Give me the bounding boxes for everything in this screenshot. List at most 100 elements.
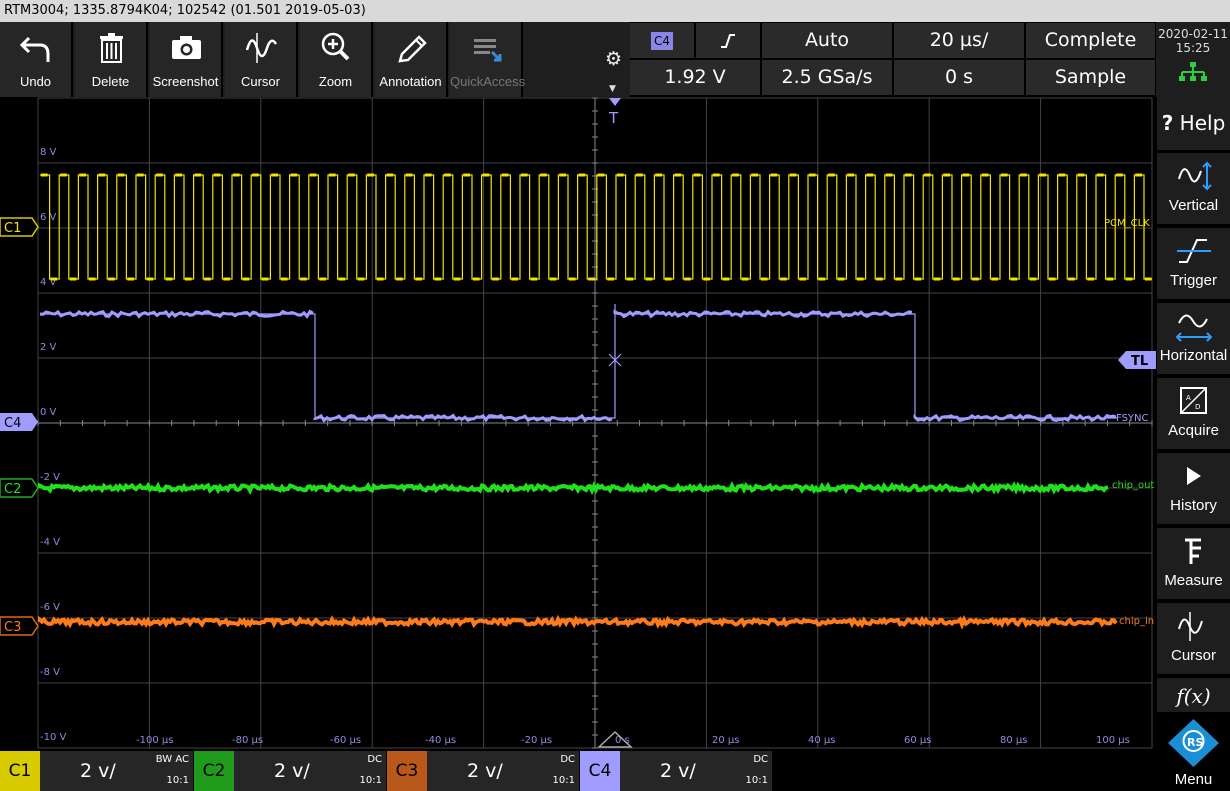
menu-label: Menu [1174,771,1213,788]
x-tick-label: 100 µs [1096,735,1130,746]
c2-scale: 2 v/ [274,760,310,782]
graticule [37,97,1153,749]
x-axis-labels: -100 µs -80 µs -60 µs -40 µs -20 µs 0 s 20 µs 4… [136,735,1130,746]
svg-text:A: A [1186,394,1191,402]
c1-channel-tab[interactable]: C1 [0,751,40,791]
c4-marker[interactable]: C4 [0,413,38,431]
toolbar-cursor-button[interactable]: Cursor [225,22,298,97]
y-tick-label: -2 V [40,472,60,483]
x-tick-label: 40 µs [808,735,835,746]
x-tick-label: -100 µs [136,735,173,746]
undo-label: Undo [19,74,52,89]
help-icon: ? [1161,111,1174,135]
undo-icon [19,36,50,62]
acquire-icon: AD [1180,387,1207,414]
acquire-button[interactable]: AD Acquire [1157,378,1230,451]
y-tick-label: 0 V [40,407,57,418]
chevron-down-icon: ▼ [609,84,616,94]
c1-coupling: AC [175,754,189,765]
delete-label: Delete [91,74,130,89]
screenshot-label: Screenshot [152,74,219,89]
c3-marker[interactable]: C3 [0,616,39,636]
y-tick-label: -6 V [40,602,60,613]
help-button[interactable]: ? Help [1157,97,1230,152]
timebase[interactable]: 20 µs/ [894,23,1024,58]
c3-name-label: chip_in [1119,616,1154,627]
waveform-display[interactable]: 8 V6 V4 V2 V0 V-2 V-4 V-6 V-8 V-10 V -10… [0,97,1156,751]
acq-mode[interactable]: Sample [1026,60,1155,95]
c3-coupling: DC [560,754,575,765]
trigger-source[interactable]: C4 [630,23,694,58]
function-button[interactable]: f(x) [1157,678,1230,714]
delete-button[interactable]: Delete [75,22,148,97]
trigger-slope[interactable] [696,23,760,58]
x-tick-label: -20 µs [521,735,552,746]
waveform-c4 [40,304,1117,419]
c2-marker-label: C2 [4,482,21,497]
trigger-mode[interactable]: Auto [762,23,892,58]
trigger-icon [1177,239,1211,263]
c3-marker-label: C3 [4,620,21,635]
trigger-label: Trigger [1170,272,1217,289]
horizontal-button[interactable]: Horizontal [1157,303,1230,376]
date-text: 2020-02-11 [1158,27,1228,41]
svg-text:D: D [1195,403,1200,411]
c1-marker[interactable]: C1 [0,217,39,237]
y-tick-label: -8 V [40,667,60,678]
y-tick-label: -4 V [40,537,60,548]
zoom-button[interactable]: Zoom [300,22,373,97]
waveform-c4-noise [39,309,1117,423]
screenshot-button[interactable]: Screenshot [150,22,223,97]
c2-channel-tab[interactable]: C2 [194,751,234,791]
vertical-icon [1178,161,1212,191]
x-tick-label: -80 µs [232,735,263,746]
menu-button[interactable]: RS Menu [1157,715,1230,791]
trigger-level-label: TL [1131,354,1148,369]
window-title: RTM3004; 1335.8794K04; 102542 (01.501 20… [0,0,1230,22]
sample-rate[interactable]: 2.5 GSa/s [762,60,892,95]
cursor-label: Cursor [240,74,280,89]
x-tick-label: 60 µs [904,735,931,746]
quickaccess-button[interactable]: QuickAccess [450,22,526,97]
x-tick-label: 80 µs [1000,735,1027,746]
y-tick-label: 2 V [40,342,57,353]
settings-button[interactable]: ⚙ ▼ [600,22,630,97]
annotation-button[interactable]: Annotation [375,22,448,97]
acquire-label: Acquire [1168,422,1219,439]
measure-label: Measure [1164,572,1223,589]
c4-scale: 2 v/ [660,760,696,782]
quickaccess-label: QuickAccess [450,74,526,89]
c3-channel-tab[interactable]: C3 [387,751,427,791]
c2-probe-ratio: 10:1 [359,775,382,786]
c2-settings[interactable]: 2 v/ DC 10:1 [234,751,386,791]
c3-probe-ratio: 10:1 [552,775,575,786]
undo-button[interactable]: Undo [0,22,73,97]
c3-settings[interactable]: 2 v/ DC 10:1 [427,751,579,791]
y-tick-label: 6 V [40,212,57,223]
c2-marker[interactable]: C2 [0,478,39,498]
quickaccess-icon [474,39,502,62]
c4-settings[interactable]: 2 v/ DC 10:1 [620,751,772,791]
x-tick-label: -40 µs [425,735,456,746]
y-tick-label: -10 V [40,732,67,743]
c4-coupling: DC [753,754,768,765]
horizontal-offset[interactable]: 0 s [894,60,1024,95]
y-tick-label: 8 V [40,147,57,158]
c3-scale: 2 v/ [467,760,503,782]
trigger-button[interactable]: Trigger [1157,228,1230,301]
trigger-position-marker[interactable]: T [608,98,621,127]
measure-button[interactable]: Measure [1157,528,1230,601]
trigger-source-badge: C4 [650,31,673,50]
trigger-level-marker[interactable]: TL [1118,351,1156,369]
cursor-button[interactable]: Cursor [1157,603,1230,676]
svg-text:RS: RS [1187,736,1203,749]
acq-state[interactable]: Complete [1026,23,1155,58]
c1-scale: 2 v/ [80,760,116,782]
network-icon [1179,62,1207,81]
c4-channel-tab[interactable]: C4 [580,751,620,791]
history-button[interactable]: History [1157,453,1230,526]
c1-settings[interactable]: 2 v/ BW AC 10:1 [40,751,193,791]
trigger-level[interactable]: 1.92 V [630,60,760,95]
c4-name-label: FSYNC [1116,413,1149,424]
vertical-button[interactable]: Vertical [1157,153,1230,226]
